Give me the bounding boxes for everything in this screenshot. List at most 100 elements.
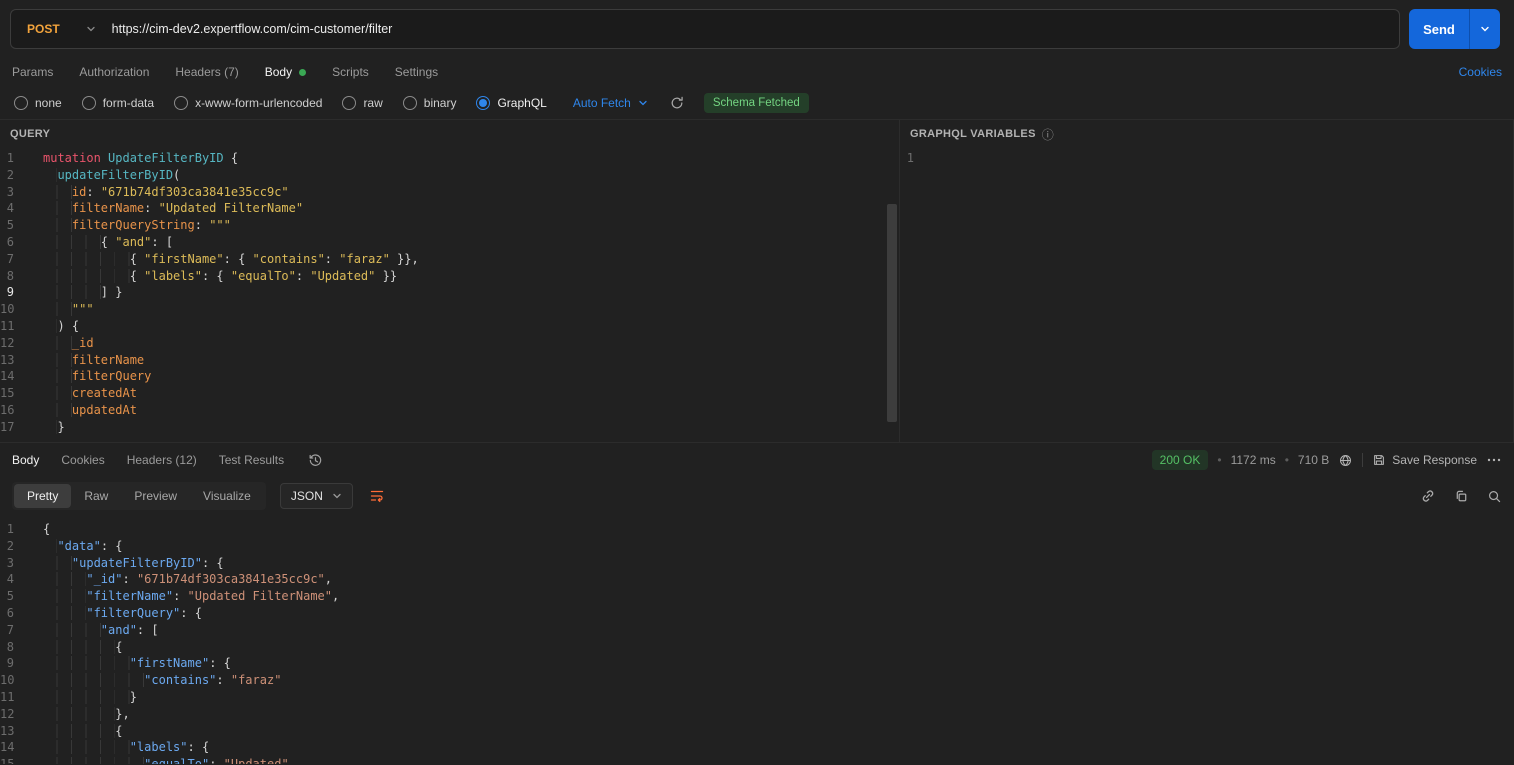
- line-number: 15: [0, 385, 26, 402]
- view-visualize[interactable]: Visualize: [190, 484, 264, 508]
- code-line[interactable]: 13 {: [0, 723, 1514, 740]
- response-time[interactable]: 1172 ms: [1231, 453, 1276, 467]
- code-line[interactable]: 14 "labels": {: [0, 739, 1514, 756]
- code-line[interactable]: 1mutation UpdateFilterByID {: [0, 150, 899, 167]
- body-type-binary[interactable]: binary: [403, 96, 457, 110]
- code-line[interactable]: 7 "and": [: [0, 622, 1514, 639]
- divider: [1362, 453, 1363, 467]
- response-header: Body Cookies Headers (12) Test Results 2…: [0, 442, 1514, 477]
- tab-authorization[interactable]: Authorization: [79, 65, 149, 79]
- line-number: 12: [0, 335, 26, 352]
- view-preview[interactable]: Preview: [121, 484, 190, 508]
- code-line[interactable]: 13 filterName: [0, 352, 899, 369]
- save-response-button[interactable]: Save Response: [1372, 453, 1477, 467]
- code-line[interactable]: 1{: [0, 521, 1514, 538]
- line-number: 6: [0, 234, 26, 251]
- body-type-row: none form-data x-www-form-urlencoded raw…: [0, 86, 1514, 120]
- radio-label: form-data: [103, 96, 154, 110]
- code-line[interactable]: 1: [900, 150, 1513, 167]
- response-tab-test-results[interactable]: Test Results: [219, 453, 284, 467]
- code-line[interactable]: 6 "filterQuery": {: [0, 605, 1514, 622]
- format-label: JSON: [291, 489, 323, 503]
- send-options-button[interactable]: [1469, 9, 1500, 49]
- body-type-urlencoded[interactable]: x-www-form-urlencoded: [174, 96, 322, 110]
- link-icon[interactable]: [1420, 488, 1436, 504]
- line-number: 15: [0, 756, 26, 764]
- code-line[interactable]: 2 "data": {: [0, 538, 1514, 555]
- radio-icon: [14, 96, 28, 110]
- tab-body[interactable]: Body: [265, 65, 306, 79]
- more-options-icon[interactable]: [1486, 452, 1502, 468]
- response-tab-cookies[interactable]: Cookies: [61, 453, 104, 467]
- refresh-schema-icon[interactable]: [670, 96, 684, 110]
- code-line[interactable]: 12 },: [0, 706, 1514, 723]
- send-button[interactable]: Send: [1409, 9, 1469, 49]
- code-line[interactable]: 11 ) {: [0, 318, 899, 335]
- view-pretty[interactable]: Pretty: [14, 484, 71, 508]
- info-icon[interactable]: ⓘ: [1042, 126, 1054, 143]
- response-editor[interactable]: 1{2 "data": {3 "updateFilterByID": {4 "_…: [0, 515, 1514, 764]
- view-raw[interactable]: Raw: [71, 484, 121, 508]
- cookies-link[interactable]: Cookies: [1459, 65, 1502, 79]
- variables-panel: GRAPHQL VARIABLES ⓘ 1: [900, 120, 1514, 442]
- tab-params[interactable]: Params: [12, 65, 53, 79]
- response-size[interactable]: 710 B: [1298, 453, 1329, 467]
- method-selector[interactable]: POST: [11, 22, 112, 36]
- code-line[interactable]: 6 { "and": [: [0, 234, 899, 251]
- auto-fetch-dropdown[interactable]: Auto Fetch: [573, 96, 648, 110]
- response-tab-body[interactable]: Body: [12, 453, 39, 467]
- code-line[interactable]: 4 "_id": "671b74df303ca3841e35cc9c",: [0, 571, 1514, 588]
- tab-scripts[interactable]: Scripts: [332, 65, 369, 79]
- query-scrollbar[interactable]: [887, 204, 897, 422]
- code-line[interactable]: 15 "equalTo": "Updated": [0, 756, 1514, 764]
- code-line[interactable]: 14 filterQuery: [0, 368, 899, 385]
- radio-icon: [403, 96, 417, 110]
- line-number: 16: [0, 402, 26, 419]
- response-tab-headers[interactable]: Headers (12): [127, 453, 197, 467]
- tab-headers[interactable]: Headers (7): [175, 65, 238, 79]
- line-number: 9: [0, 655, 26, 672]
- tab-settings[interactable]: Settings: [395, 65, 438, 79]
- line-number: 8: [0, 639, 26, 656]
- variables-editor[interactable]: 1: [900, 148, 1513, 442]
- code-line[interactable]: 16 updatedAt: [0, 402, 899, 419]
- line-number: 5: [0, 217, 26, 234]
- format-dropdown[interactable]: JSON: [280, 483, 353, 509]
- code-line[interactable]: 3 "updateFilterByID": {: [0, 555, 1514, 572]
- query-editor[interactable]: 1mutation UpdateFilterByID {2 updateFilt…: [0, 148, 899, 442]
- line-number: 3: [0, 555, 26, 572]
- copy-icon[interactable]: [1454, 489, 1469, 504]
- url-bar: POST: [10, 9, 1400, 49]
- code-line[interactable]: 7 { "firstName": { "contains": "faraz" }…: [0, 251, 899, 268]
- body-type-none[interactable]: none: [14, 96, 62, 110]
- line-number: 6: [0, 605, 26, 622]
- response-meta: 200 OK • 1172 ms • 710 B Save Response: [1152, 450, 1502, 470]
- code-line[interactable]: 10 "contains": "faraz": [0, 672, 1514, 689]
- code-line[interactable]: 9 ] }: [0, 284, 899, 301]
- code-line[interactable]: 2 updateFilterByID(: [0, 167, 899, 184]
- body-type-graphql[interactable]: GraphQL: [476, 96, 546, 110]
- code-line[interactable]: 5 "filterName": "Updated FilterName",: [0, 588, 1514, 605]
- line-number: 5: [0, 588, 26, 605]
- code-line[interactable]: 8 {: [0, 639, 1514, 656]
- graphql-panes: QUERY 1mutation UpdateFilterByID {2 upda…: [0, 120, 1514, 442]
- status-badge[interactable]: 200 OK: [1152, 450, 1209, 470]
- code-line[interactable]: 8 { "labels": { "equalTo": "Updated" }}: [0, 268, 899, 285]
- network-info-icon[interactable]: [1338, 453, 1353, 468]
- code-line[interactable]: 5 filterQueryString: """: [0, 217, 899, 234]
- code-line[interactable]: 11 }: [0, 689, 1514, 706]
- code-line[interactable]: 4 filterName: "Updated FilterName": [0, 200, 899, 217]
- text-wrap-icon[interactable]: [369, 488, 385, 504]
- code-line[interactable]: 3 id: "671b74df303ca3841e35cc9c": [0, 184, 899, 201]
- body-type-form-data[interactable]: form-data: [82, 96, 154, 110]
- code-line[interactable]: 12 _id: [0, 335, 899, 352]
- code-line[interactable]: 9 "firstName": {: [0, 655, 1514, 672]
- line-number: 1: [0, 150, 26, 167]
- code-line[interactable]: 10 """: [0, 301, 899, 318]
- code-line[interactable]: 15 createdAt: [0, 385, 899, 402]
- code-line[interactable]: 17 }: [0, 419, 899, 436]
- search-icon[interactable]: [1487, 489, 1502, 504]
- response-history-icon[interactable]: [308, 453, 323, 468]
- body-type-raw[interactable]: raw: [342, 96, 382, 110]
- url-input[interactable]: [112, 22, 1399, 36]
